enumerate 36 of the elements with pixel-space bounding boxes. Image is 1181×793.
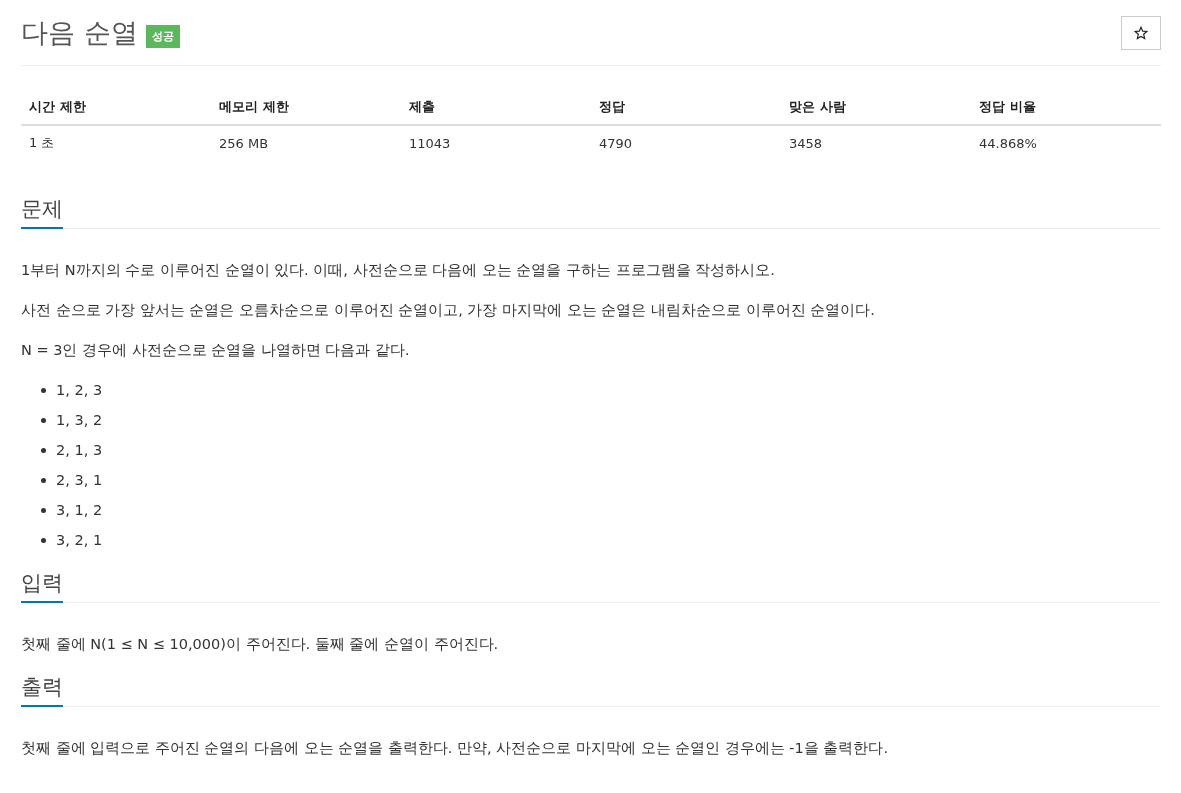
table-cell: 44.868%: [971, 125, 1161, 160]
section-heading: 문제: [21, 194, 63, 229]
bullet-icon: [41, 507, 46, 513]
list-item: 1, 2, 3: [56, 381, 103, 400]
paragraph: N = 3인 경우에 사전순으로 순열을 나열하면 다음과 같다.: [21, 341, 411, 360]
status-badge: 성공: [145, 24, 180, 48]
bullet-icon: [41, 537, 46, 543]
list-item: 3, 2, 1: [56, 531, 103, 550]
column-header: 정답 비율: [971, 98, 1161, 125]
paragraph: 사전 순으로 가장 앞서는 순열은 오름차순으로 이루어진 순열이고, 가장 마지막에 오는 순열은 내림차순으로 이루어진 순열이다.: [21, 301, 876, 320]
list-item: 3, 1, 2: [56, 501, 103, 520]
table-cell: 4790: [591, 125, 781, 160]
column-header: 시간 제한: [21, 98, 211, 125]
column-header: 메모리 제한: [211, 98, 401, 125]
column-header: 맞은 사람: [781, 98, 971, 125]
paragraph: 1부터 N까지의 수로 이루어진 순열이 있다. 이때, 사전순으로 다음에 오는 순열을 구하는 프로그램을 작성하시오.: [21, 261, 776, 280]
table-cell: 3458: [781, 125, 971, 160]
table-cell: 256 MB: [211, 125, 401, 160]
problem-title: 다음 순열: [21, 16, 138, 50]
table-cell: 1 초: [21, 125, 211, 160]
bullet-icon: [41, 477, 46, 483]
list-item: 1, 3, 2: [56, 411, 103, 430]
column-header: 정답: [591, 98, 781, 125]
bullet-icon: [41, 417, 46, 423]
bullet-icon: [41, 447, 46, 453]
list-item: 2, 3, 1: [56, 471, 103, 490]
paragraph: 첫째 줄에 N(1 ≤ N ≤ 10,000)이 주어진다. 둘째 줄에 순열이 주어진다.: [21, 635, 500, 654]
table-cell: 11043: [401, 125, 591, 160]
favorite-button[interactable]: [1121, 16, 1161, 50]
section-heading: 입력: [21, 568, 63, 603]
list-item: 2, 1, 3: [56, 441, 103, 460]
section-heading: 출력: [21, 672, 63, 707]
paragraph: 첫째 줄에 입력으로 주어진 순열의 다음에 오는 순열을 출력한다. 만약, 사전순으로 마지막에 오는 순열인 경우에는 -1을 출력한다.: [21, 739, 890, 758]
bullet-icon: [41, 387, 46, 393]
column-header: 제출: [401, 98, 591, 125]
star-icon: [1134, 26, 1148, 40]
